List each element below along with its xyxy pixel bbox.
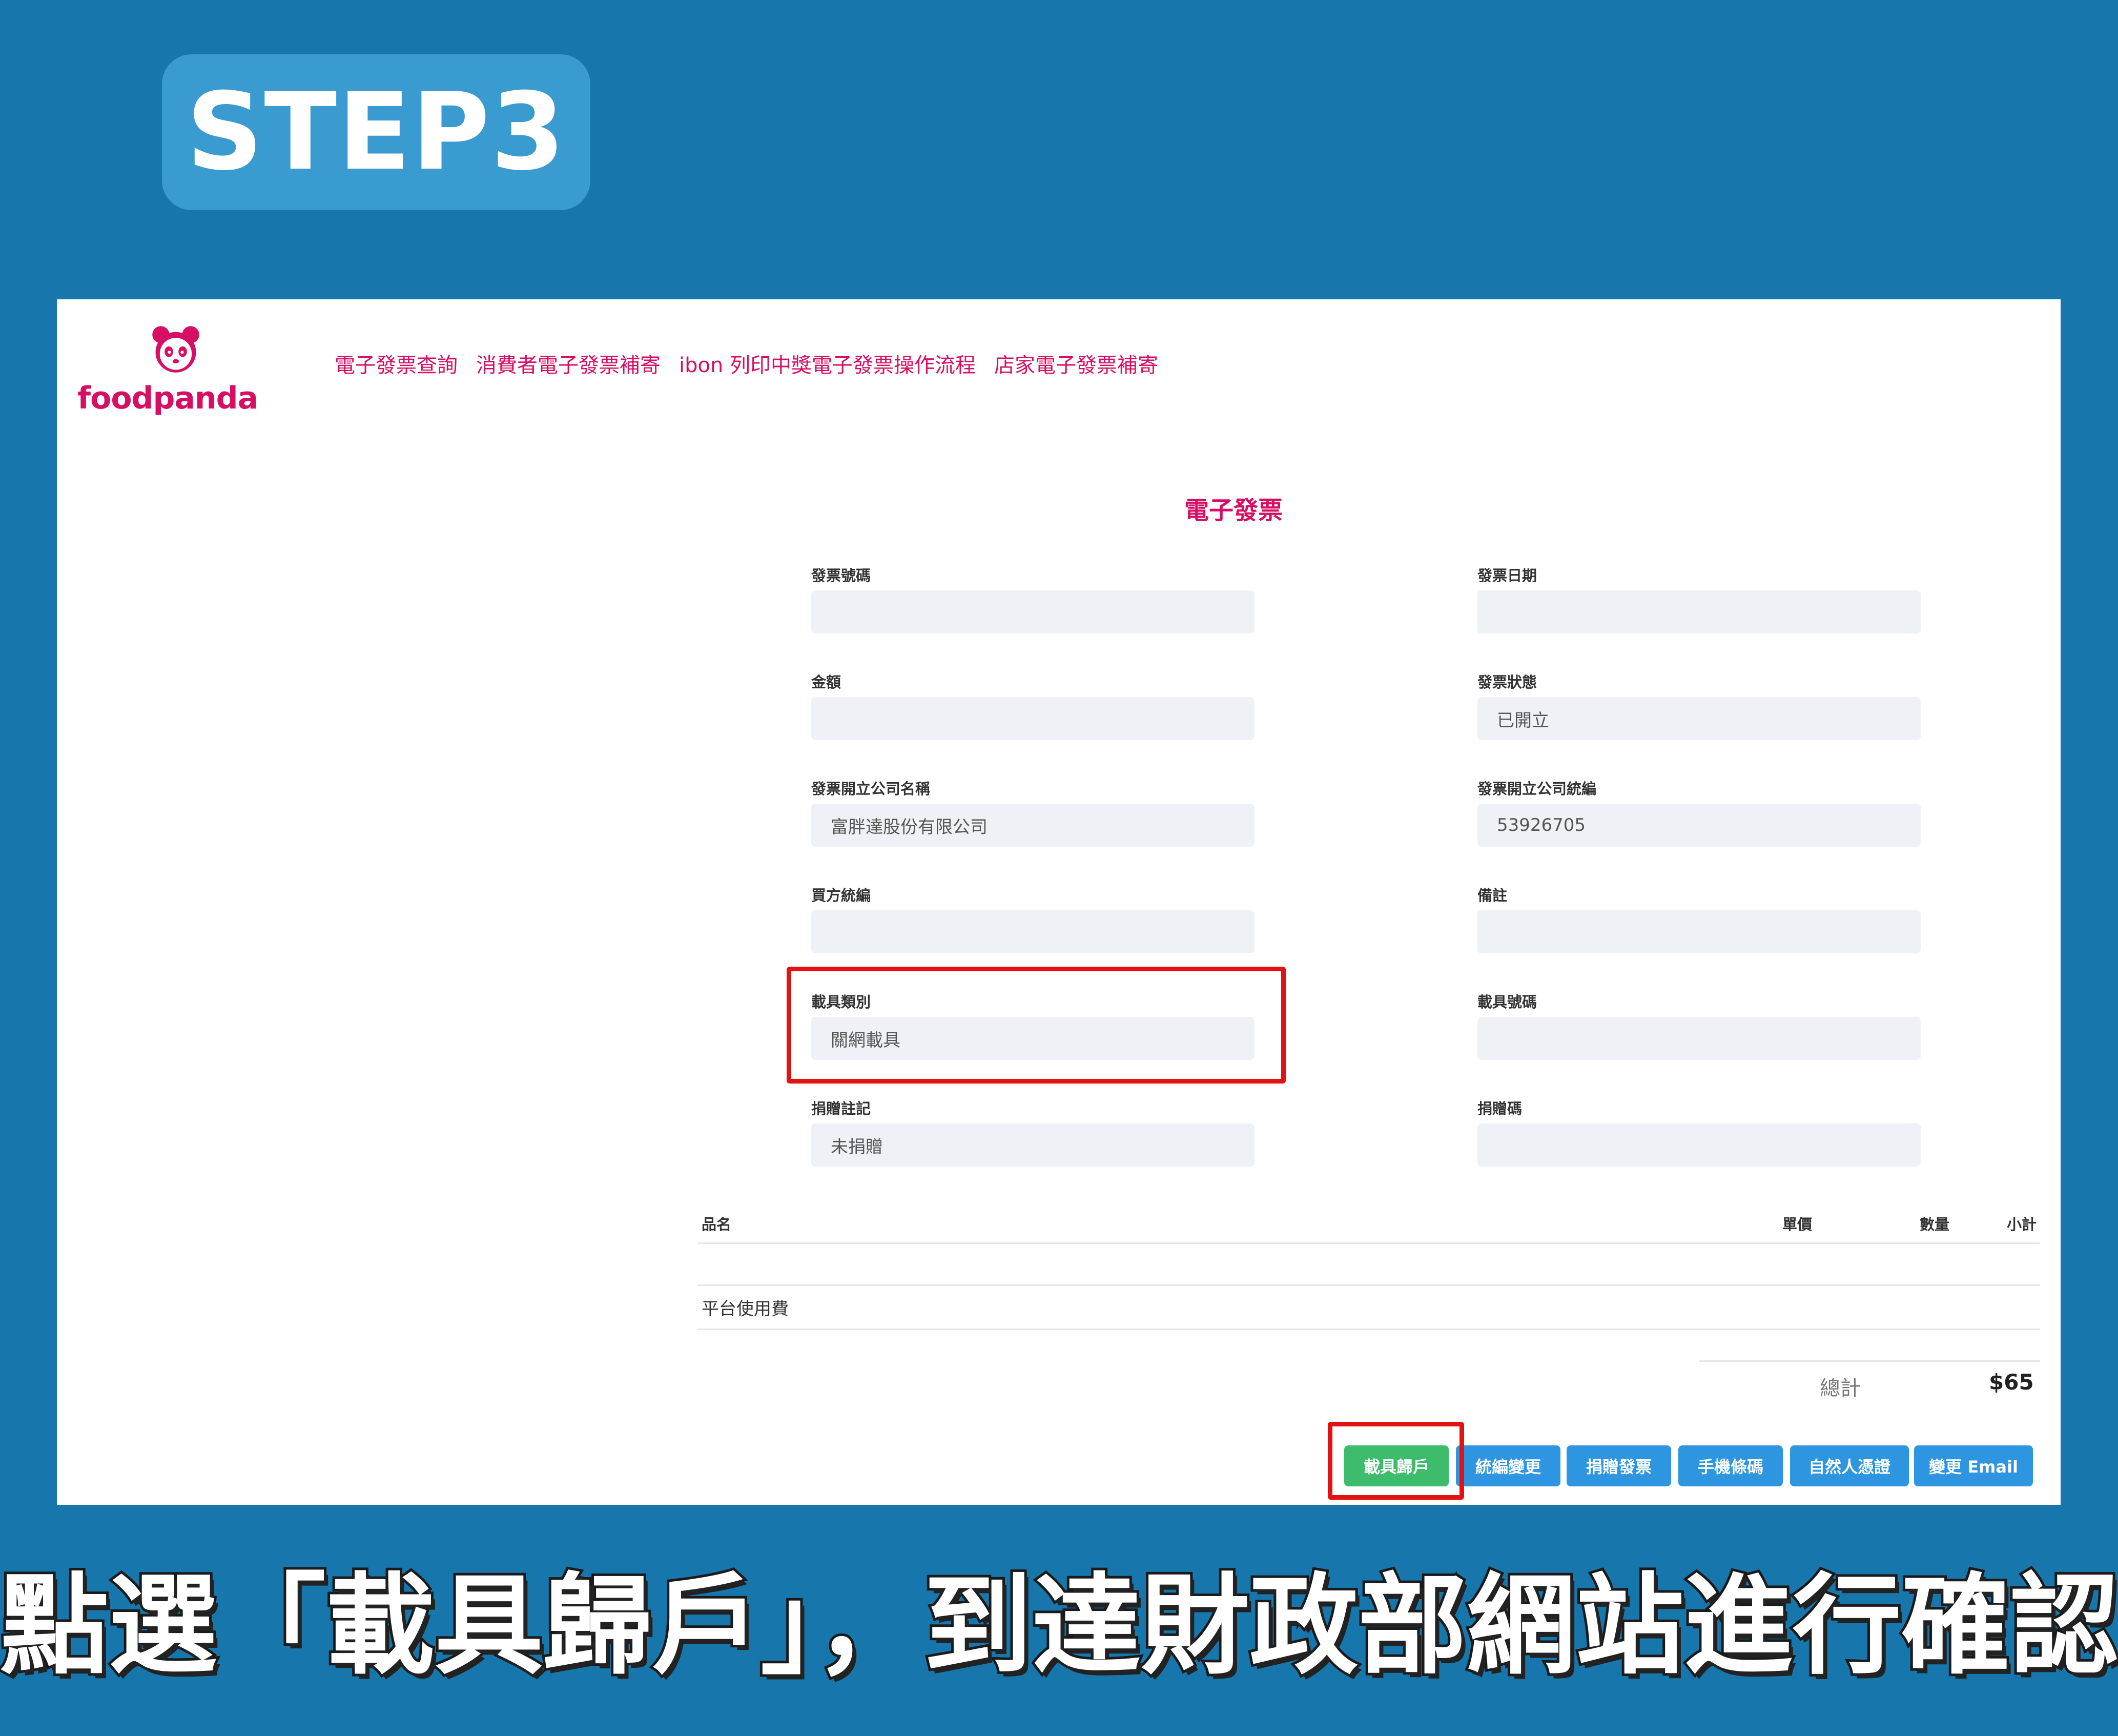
- table-row-divider: [697, 1329, 2040, 1330]
- donation-code-input[interactable]: [1477, 1124, 1921, 1167]
- field-invoice-no: 發票號碼: [811, 564, 1255, 634]
- carrier-no-input[interactable]: [1477, 1017, 1921, 1060]
- step-badge-text: STEP3: [186, 70, 566, 194]
- field-amount: 金額: [811, 670, 1255, 740]
- carrier-type-highlight: [787, 967, 1286, 1084]
- donation-code-label: 捐贈碼: [1477, 1100, 1523, 1117]
- step-badge: STEP3: [162, 54, 590, 210]
- remark-label: 備註: [1477, 887, 1508, 904]
- invoice-date-label: 發票日期: [1477, 567, 1537, 584]
- field-buyer-tax-id: 買方統編: [811, 884, 1255, 953]
- company-tax-id-label: 發票開立公司統編: [1477, 780, 1597, 798]
- panda-icon: [152, 326, 199, 373]
- form-title: 電子發票: [1184, 496, 1283, 525]
- items-table-header: 品名 單價 數量 小計: [697, 1209, 2040, 1244]
- company-tax-id-input[interactable]: 53926705: [1477, 804, 1921, 847]
- table-row-divider: [697, 1284, 2040, 1286]
- field-remark: 備註: [1477, 884, 1921, 953]
- nav-invoice-query[interactable]: 電子發票查詢: [335, 349, 458, 378]
- col-name: 品名: [702, 1216, 732, 1233]
- field-donation-code: 捐贈碼: [1477, 1097, 1921, 1167]
- screenshot-panel: foodpanda 電子發票查詢 消費者電子發票補寄 ibon 列印中獎電子發票…: [57, 299, 2061, 1505]
- mobile-barcode-button[interactable]: 手機條碼: [1678, 1445, 1783, 1486]
- field-carrier-no: 載具號碼: [1477, 990, 1921, 1060]
- buyer-tax-id-label: 買方統編: [811, 887, 871, 904]
- total-divider: [1699, 1360, 2040, 1362]
- field-status: 發票狀態 已開立: [1477, 670, 1921, 740]
- status-label: 發票狀態: [1477, 673, 1537, 691]
- instruction-caption: 點選「載具歸戶」，到達財政部網站進行確認: [0, 1560, 2118, 1691]
- company-name-label: 發票開立公司名稱: [811, 780, 931, 798]
- invoice-date-input[interactable]: [1477, 590, 1921, 634]
- carrier-link-highlight: [1328, 1422, 1464, 1500]
- change-email-button[interactable]: 變更 Email: [1914, 1445, 2033, 1486]
- field-company-tax-id: 發票開立公司統編 53926705: [1477, 777, 1921, 847]
- status-input[interactable]: 已開立: [1477, 697, 1921, 740]
- invoice-no-label: 發票號碼: [811, 567, 871, 584]
- logo-text: foodpanda: [77, 380, 258, 416]
- field-invoice-date: 發票日期: [1477, 564, 1921, 634]
- citizen-cert-button[interactable]: 自然人憑證: [1790, 1445, 1909, 1486]
- donation-mark-label: 捐贈註記: [811, 1100, 871, 1117]
- nav-store-resend[interactable]: 店家電子發票補寄: [994, 349, 1158, 378]
- col-subtotal: 小計: [2007, 1216, 2037, 1233]
- table-row-item-name: 平台使用費: [702, 1299, 789, 1319]
- donate-invoice-button[interactable]: 捐贈發票: [1567, 1445, 1671, 1486]
- amount-label: 金額: [811, 673, 841, 691]
- nav-consumer-resend[interactable]: 消費者電子發票補寄: [476, 349, 661, 378]
- col-qty: 數量: [1920, 1216, 1950, 1233]
- total-label: 總計: [1820, 1377, 1861, 1400]
- total-value: $65: [1989, 1370, 2034, 1395]
- carrier-no-label: 載具號碼: [1477, 993, 1537, 1011]
- company-name-input[interactable]: 富胖達股份有限公司: [811, 804, 1255, 847]
- invoice-no-input[interactable]: [811, 590, 1255, 634]
- field-donation-mark: 捐贈註記 未捐贈: [811, 1097, 1255, 1167]
- top-nav: 電子發票查詢 消費者電子發票補寄 ibon 列印中獎電子發票操作流程 店家電子發…: [335, 349, 1158, 378]
- field-company-name: 發票開立公司名稱 富胖達股份有限公司: [811, 777, 1255, 847]
- tax-id-change-button[interactable]: 統編變更: [1456, 1445, 1560, 1486]
- col-unit-price: 單價: [1782, 1216, 1813, 1233]
- nav-ibon-print[interactable]: ibon 列印中獎電子發票操作流程: [679, 349, 976, 378]
- remark-input[interactable]: [1477, 910, 1921, 953]
- amount-input[interactable]: [811, 697, 1255, 740]
- donation-mark-input[interactable]: 未捐贈: [811, 1124, 1255, 1167]
- buyer-tax-id-input[interactable]: [811, 910, 1255, 953]
